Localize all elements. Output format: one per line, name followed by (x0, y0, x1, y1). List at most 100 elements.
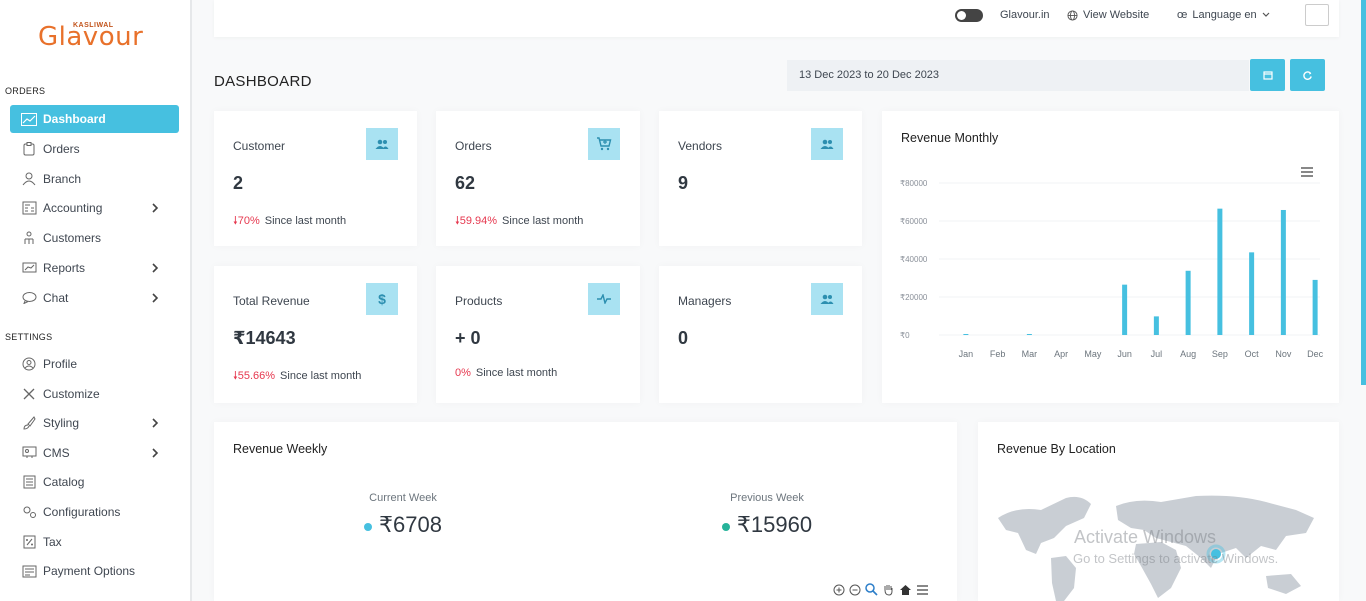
vendors-label: Vendors (678, 139, 723, 153)
sidebar-item-profile[interactable]: Profile (10, 350, 179, 378)
orders-value: 62 (455, 173, 476, 193)
page-scrollbar[interactable] (1361, 0, 1366, 385)
x-tick-label: Oct (1245, 349, 1260, 359)
view-website-label: View Website (1083, 9, 1150, 21)
orders-card: Orders 62 🠗59.94% Since last month (436, 111, 640, 246)
zoom-in-icon[interactable] (833, 584, 845, 596)
bar-sep[interactable] (1217, 208, 1223, 335)
x-tick-label: Apr (1054, 349, 1068, 359)
sidebar-item-label: Tax (43, 534, 62, 549)
products-label: Products (455, 294, 503, 308)
clipboard-icon (21, 141, 37, 157)
revenue-location-card: Revenue By Location (978, 422, 1339, 601)
bar-mar[interactable] (1026, 334, 1032, 335)
sidebar-item-dashboard[interactable]: Dashboard (10, 105, 179, 133)
catalog-icon (21, 474, 37, 490)
managers-value: 0 (678, 328, 689, 348)
current-week-dot (364, 523, 373, 531)
refresh-button[interactable] (1290, 59, 1325, 91)
products-change: 0% Since last month (455, 367, 558, 379)
orders-section-title: ORDERS (5, 86, 46, 96)
chevron-down-icon (1262, 12, 1270, 17)
user-group-icon (21, 230, 37, 246)
page-title: DASHBOARD (214, 73, 312, 90)
zoom-out-icon[interactable] (849, 584, 861, 596)
cms-icon (21, 445, 37, 461)
chart-icon (21, 260, 37, 276)
calendar-button[interactable] (1250, 59, 1285, 91)
managers-card: Managers 0 (659, 266, 862, 403)
bar-jun[interactable] (1122, 284, 1128, 335)
y-tick-label: ₹40000 (900, 255, 928, 264)
language-dropdown[interactable]: œ Language en (1177, 9, 1270, 21)
theme-toggle[interactable] (955, 9, 983, 22)
current-week-label: Current Week (369, 492, 437, 504)
customer-card: Customer 2 🠗70% Since last month (214, 111, 417, 246)
magnifier-icon[interactable] (865, 583, 878, 596)
activate-windows-subtitle: Go to Settings to activate Windows. (1073, 551, 1279, 566)
sidebar-item-label: Dashboard (43, 112, 106, 126)
user-tie-icon (21, 171, 37, 187)
x-tick-label: Nov (1275, 349, 1292, 359)
x-tick-label: May (1084, 349, 1102, 359)
sidebar-item-branch[interactable]: Branch (10, 165, 179, 193)
chevron-right-icon (152, 293, 159, 303)
sidebar-item-catalog[interactable]: Catalog (10, 468, 179, 496)
bar-jan[interactable] (963, 334, 969, 335)
customer-value: 2 (233, 173, 244, 193)
sidebar-item-reports[interactable]: Reports (10, 254, 179, 282)
sidebar-item-chat[interactable]: Chat (10, 284, 179, 312)
vendors-value: 9 (678, 173, 689, 193)
orders-change: 🠗59.94% Since last month (455, 215, 584, 227)
sidebar-item-payment-options[interactable]: Payment Options (10, 557, 179, 585)
sidebar-item-cms[interactable]: CMS (10, 439, 179, 467)
tax-icon (21, 534, 37, 550)
bar-aug[interactable] (1185, 270, 1191, 335)
bar-dec[interactable] (1312, 279, 1318, 335)
bar-jul[interactable] (1153, 316, 1159, 335)
language-icon: œ (1177, 9, 1188, 21)
products-value: + 0 (455, 328, 481, 348)
globe-icon (1067, 9, 1078, 21)
total-revenue-value: ₹14643 (233, 328, 296, 348)
sidebar-item-label: CMS (43, 445, 70, 460)
cart-icon (588, 128, 620, 160)
calculator-icon (21, 200, 37, 216)
sidebar-item-label: Payment Options (43, 564, 136, 579)
bar-oct[interactable] (1249, 252, 1255, 335)
menu-icon[interactable] (916, 584, 929, 595)
revenue-weekly-title: Revenue Weekly (233, 442, 328, 456)
tools-icon (21, 386, 37, 402)
sidebar-item-configurations[interactable]: Configurations (10, 498, 179, 526)
view-website-link[interactable]: View Website (1067, 9, 1149, 21)
sidebar-item-orders[interactable]: Orders (10, 135, 179, 163)
home-icon[interactable] (899, 584, 912, 596)
dashboard-icon (21, 111, 37, 127)
site-name-link[interactable]: Glavour.in (1000, 9, 1050, 21)
brand-logo[interactable]: KASLIWAL Glavour (38, 18, 158, 54)
date-range-input[interactable]: 13 Dec 2023 to 20 Dec 2023 (787, 60, 1249, 91)
x-tick-label: Mar (1022, 349, 1038, 359)
sidebar-item-label: Branch (43, 171, 82, 186)
previous-week-label: Previous Week (730, 492, 804, 504)
avatar[interactable] (1305, 4, 1329, 26)
revenue-monthly-chart: ₹80000 ₹60000 ₹40000 ₹20000 ₹0 Jan Feb Mar Apr Ma… (900, 179, 1324, 359)
pan-hand-icon[interactable] (882, 583, 895, 596)
sidebar-item-label: Accounting (43, 201, 103, 216)
sidebar-item-customers[interactable]: Customers (10, 224, 179, 252)
bar-nov[interactable] (1280, 209, 1286, 335)
sidebar-item-tax[interactable]: Tax (10, 528, 179, 556)
sidebar-item-label: Orders (43, 141, 80, 156)
sidebar-item-label: Configurations (43, 505, 121, 519)
current-week-stat: Current Week ₹6708 (333, 492, 473, 538)
dollar-icon: $ (366, 283, 398, 315)
sidebar-item-accounting[interactable]: Accounting (10, 194, 179, 222)
brand-name: Glavour (38, 22, 144, 52)
sidebar-item-styling[interactable]: Styling (10, 409, 179, 437)
top-bar (214, 0, 1339, 37)
customer-change: 🠗70% Since last month (233, 215, 347, 227)
y-tick-label: ₹60000 (900, 217, 928, 226)
y-tick-label: ₹0 (900, 331, 910, 340)
sidebar: KASLIWAL Glavour ORDERS Dashboard Orders B… (0, 0, 192, 601)
sidebar-item-customize[interactable]: Customize (10, 380, 179, 408)
